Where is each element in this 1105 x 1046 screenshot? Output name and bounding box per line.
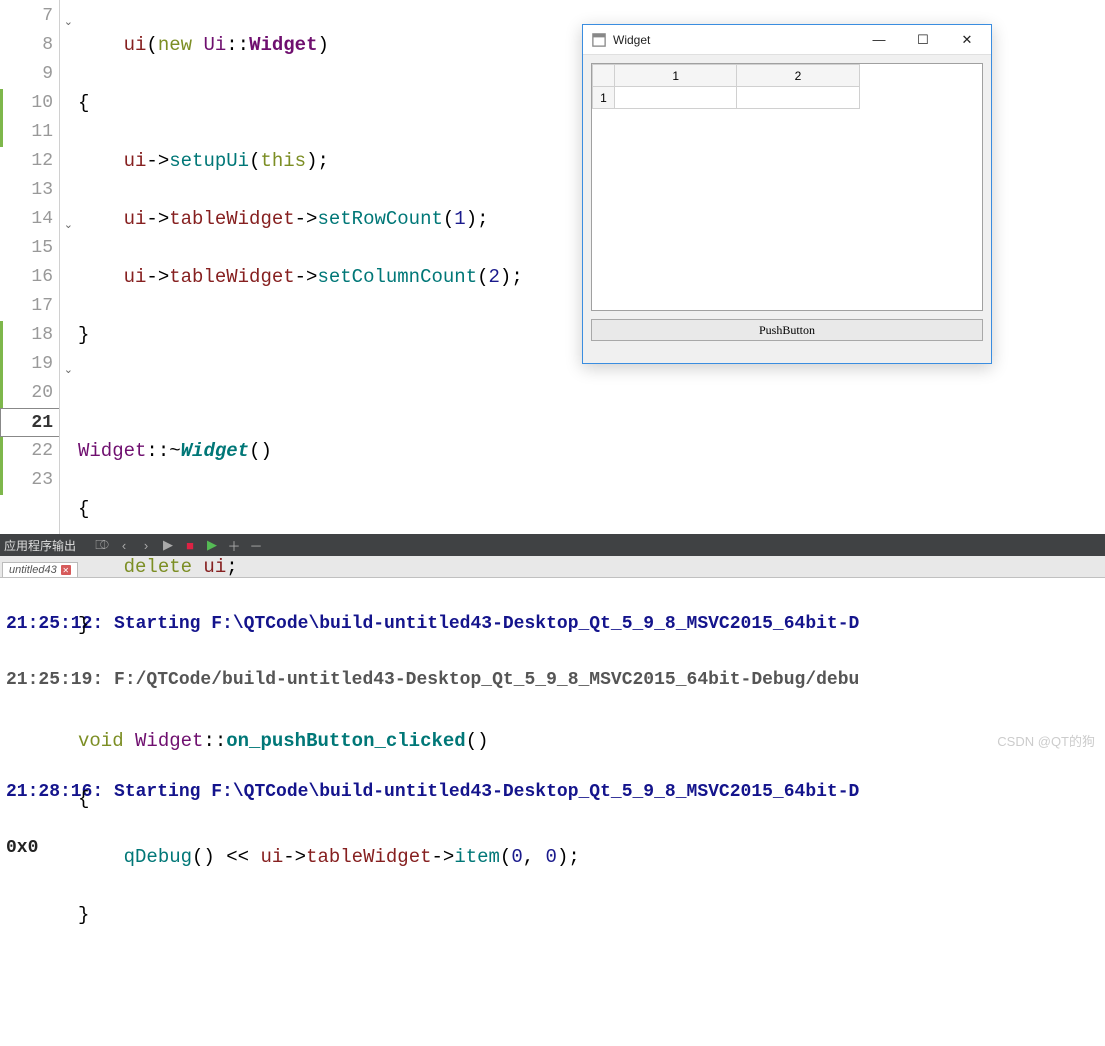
line-number: 12 <box>0 147 59 176</box>
titlebar[interactable]: Widget — ☐ ✕ <box>583 25 991 55</box>
table-cell[interactable] <box>737 87 859 109</box>
line-number: 13 <box>0 176 59 205</box>
table-widget[interactable]: 1 2 1 <box>591 63 983 311</box>
close-icon[interactable]: ✕ <box>61 565 71 575</box>
close-button[interactable]: ✕ <box>945 26 989 54</box>
line-number: 22 <box>0 437 59 466</box>
line-number: 23 <box>0 466 59 495</box>
line-number: 7⌄ <box>0 2 59 31</box>
tab-label: untitled43 <box>9 564 57 576</box>
table-cell[interactable] <box>615 87 737 109</box>
line-gutter: 7⌄ 8 9 10 11 12 13 14⌄ 15 16 17 18 19⌄ 2… <box>0 0 60 534</box>
watermark: CSDN @QT的狗 <box>997 731 1095 750</box>
table-corner <box>593 65 615 87</box>
panel-title: 应用程序输出 <box>4 537 76 554</box>
app-window[interactable]: Widget — ☐ ✕ 1 2 1 PushButton <box>582 24 992 364</box>
line-number: 9 <box>0 60 59 89</box>
line-number: 20 <box>0 379 59 408</box>
line-number: 15 <box>0 234 59 263</box>
client-area: 1 2 1 PushButton <box>583 55 991 349</box>
line-number-current: 21 <box>0 408 59 437</box>
output-tab[interactable]: untitled43 ✕ <box>2 562 78 577</box>
minimize-button[interactable]: — <box>857 26 901 54</box>
line-number: 16 <box>0 263 59 292</box>
app-icon <box>591 32 607 48</box>
line-number: 11 <box>0 118 59 147</box>
window-title: Widget <box>613 33 857 47</box>
line-number: 10 <box>0 89 59 118</box>
line-number: 18 <box>0 321 59 350</box>
row-header[interactable]: 1 <box>593 87 615 109</box>
column-header[interactable]: 2 <box>737 65 859 87</box>
column-header[interactable]: 1 <box>615 65 737 87</box>
maximize-button[interactable]: ☐ <box>901 26 945 54</box>
line-number: 14⌄ <box>0 205 59 234</box>
line-number: 19⌄ <box>0 350 59 379</box>
line-number: 17 <box>0 292 59 321</box>
line-number: 8 <box>0 31 59 60</box>
push-button[interactable]: PushButton <box>591 319 983 341</box>
